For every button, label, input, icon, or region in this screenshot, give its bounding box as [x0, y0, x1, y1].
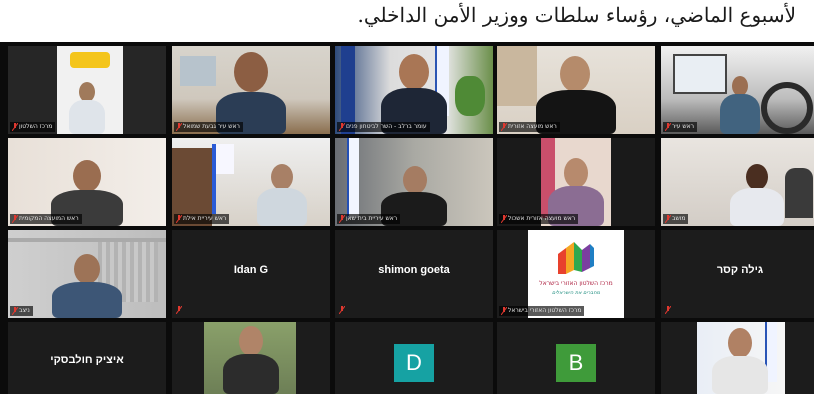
participant-tile[interactable]: ראש עיר [661, 46, 814, 134]
participant-name: ניצב [19, 307, 30, 314]
video-feed [661, 322, 814, 394]
participant-name: מרכז השלטון האזורי בישראל [508, 307, 582, 314]
participant-name: ראש עיריית אילת [183, 215, 227, 222]
participant-name-label: מרכז השלטון [10, 122, 56, 132]
participant-tile[interactable]: ראש עיריית בית שאן [335, 138, 493, 226]
video-feed [661, 46, 814, 134]
muted-mic-icon [176, 215, 182, 223]
video-feed [335, 138, 493, 226]
participant-tile[interactable] [172, 322, 330, 394]
participant-name-label: ראש עיריית אילת [174, 214, 230, 224]
article-caption-text: لأسبوع الماضي، رؤساء سلطات ووزير الأمن ا… [357, 3, 797, 27]
video-gallery-grid: מרכז השלטון ראש עיר גבעת שמואל עומר ברלב… [0, 42, 814, 394]
avatar-initial: D [394, 344, 434, 382]
participant-name-label: מושב [663, 214, 689, 224]
participant-name-label: ראש עיריית בית שאן [337, 214, 401, 224]
video-feed [8, 138, 166, 226]
participant-display-name: איציק חולבסקי [50, 354, 124, 366]
logo-tagline: מחברים את הישראלים [552, 290, 600, 296]
participant-tile[interactable]: מרכז השלטון [8, 46, 166, 134]
muted-mic-icon [501, 307, 507, 315]
muted-mic-icon [339, 306, 345, 314]
participant-tile[interactable]: ראש עיריית אילת [172, 138, 330, 226]
avatar-initial: B [556, 344, 596, 382]
participant-tile-no-video[interactable]: shimon goeta [335, 230, 493, 318]
participant-name-label: ראש עיר [663, 122, 698, 132]
participant-name: ראש המועצה המקומית [19, 215, 79, 222]
participant-name-label: ראש מועצה אזורית אשכול [499, 214, 579, 224]
muted-mic-icon [501, 215, 507, 223]
muted-mic-icon [12, 123, 18, 131]
participant-name: ראש עיר גבעת שמואל [183, 123, 240, 130]
video-feed [661, 138, 814, 226]
video-feed [172, 322, 330, 394]
muted-mic-icon [12, 215, 18, 223]
article-caption-bar: لأسبوع الماضي، رؤساء سلطات ووزير الأمن ا… [0, 0, 814, 40]
participant-tile-active-speaker[interactable]: עומר ברלב - השר לביטחון פנים [335, 46, 493, 134]
participant-name-label: ראש המועצה המקומית [10, 214, 82, 224]
video-feed [172, 46, 330, 134]
participant-name: עומר ברלב - השר לביטחון פנים [346, 123, 427, 130]
participant-tile[interactable]: ניצב [8, 230, 166, 318]
participant-display-name: shimon goeta [378, 264, 450, 276]
video-feed [497, 46, 655, 134]
participant-name-label: מרכז השלטון האזורי בישראל [499, 306, 585, 316]
muted-mic-icon [665, 215, 671, 223]
muted-mic-icon [665, 306, 671, 314]
participant-name: מרכז השלטון [19, 123, 53, 130]
participant-name-label: ראש עיר גבעת שמואל [174, 122, 243, 132]
participant-name-label: ראש מועצה אזורית [499, 122, 560, 132]
muted-mic-icon [501, 123, 507, 131]
participant-name: ראש עיריית בית שאן [346, 215, 398, 222]
participant-tile-avatar[interactable]: D [335, 322, 493, 394]
participant-tile[interactable]: מרכז השלטון האזורי בישראל מחברים את הישר… [497, 230, 655, 318]
video-feed [497, 138, 655, 226]
organization-logo-card: מרכז השלטון האזורי בישראל מחברים את הישר… [528, 230, 624, 318]
participant-name: ראש מועצה אזורית [508, 123, 557, 130]
participant-tile[interactable]: ראש מועצה אזורית אשכול [497, 138, 655, 226]
participant-name: מושב [672, 215, 686, 222]
logo-title: מרכז השלטון האזורי בישראל [539, 280, 613, 287]
participant-tile[interactable] [661, 322, 814, 394]
participant-name: ראש מועצה אזורית אשכול [508, 215, 576, 222]
video-feed [8, 46, 166, 134]
muted-mic-icon [176, 123, 182, 131]
muted-mic-icon [176, 306, 182, 314]
participant-tile-avatar[interactable]: B [497, 322, 655, 394]
participant-tile-no-video[interactable]: גילה קסר [661, 230, 814, 318]
participant-tile-no-video[interactable]: איציק חולבסקי [8, 322, 166, 394]
muted-mic-icon [339, 215, 345, 223]
participant-name: ראש עיר [672, 123, 695, 130]
muted-mic-icon [665, 123, 671, 131]
video-feed [172, 138, 330, 226]
participant-tile[interactable]: מושב [661, 138, 814, 226]
regional-council-logo-icon [558, 242, 594, 274]
participant-tile[interactable]: ראש המועצה המקומית [8, 138, 166, 226]
video-feed [335, 46, 493, 134]
video-feed [8, 230, 166, 318]
participant-name-label: עומר ברלב - השר לביטחון פנים [337, 122, 430, 132]
participant-tile-no-video[interactable]: Idan G [172, 230, 330, 318]
muted-mic-icon [12, 307, 18, 315]
participant-display-name: גילה קסר [716, 264, 764, 276]
participant-name-label: ניצב [10, 306, 33, 316]
muted-mic-icon [339, 123, 345, 131]
participant-display-name: Idan G [233, 264, 269, 276]
participant-tile[interactable]: ראש עיר גבעת שמואל [172, 46, 330, 134]
participant-tile[interactable]: ראש מועצה אזורית [497, 46, 655, 134]
